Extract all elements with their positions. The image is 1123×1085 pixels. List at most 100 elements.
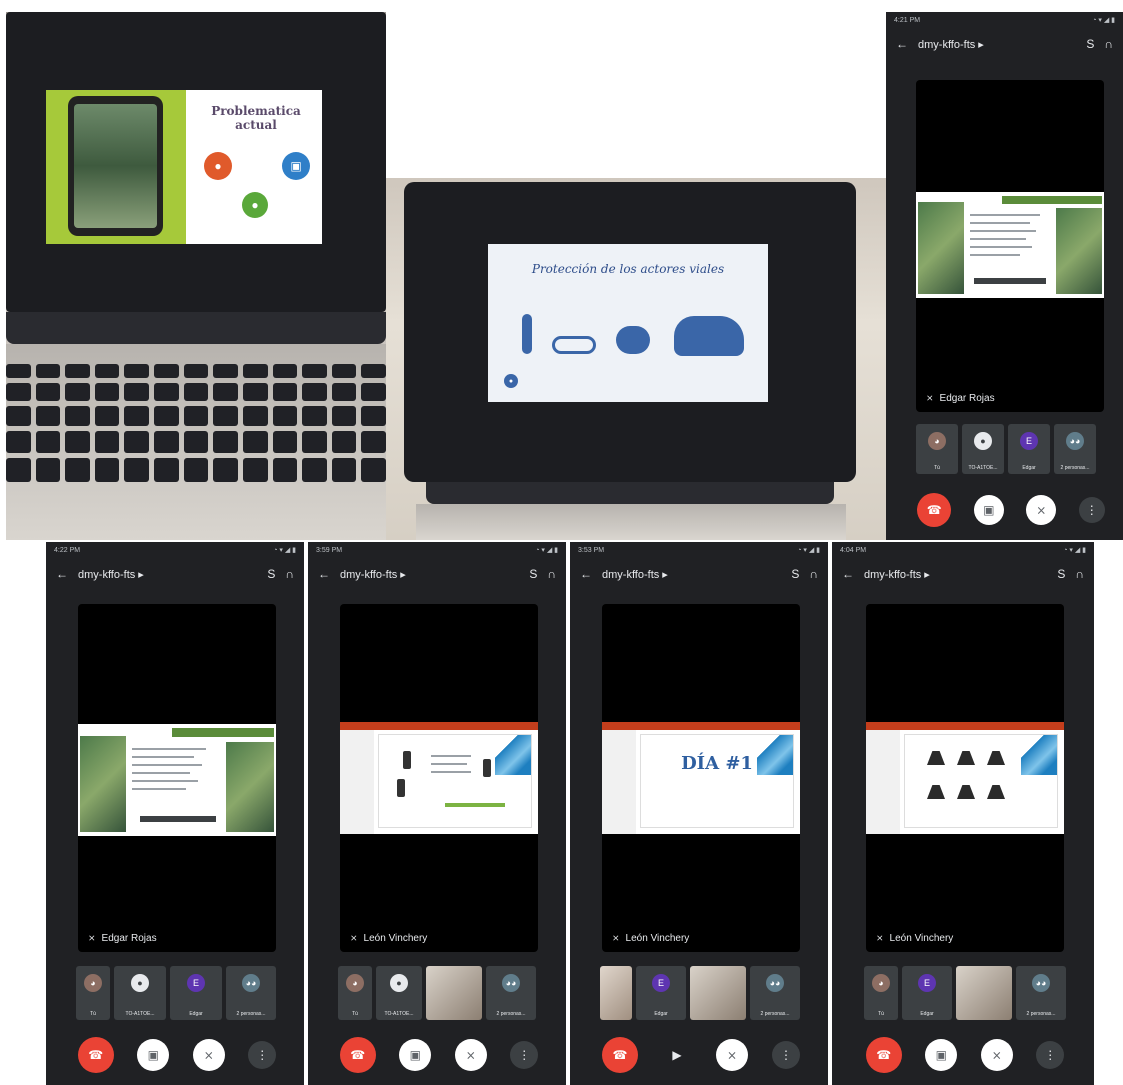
speaker-name: León Vinchery (625, 933, 690, 944)
switch-camera-icon[interactable]: S (529, 567, 537, 581)
active-speaker-label: ⨯ Edgar Rojas (926, 393, 995, 404)
participant-tile[interactable]: ◕◕ 2 personas... (1054, 424, 1096, 474)
photo-laptop-problematica: Problematica actual ● ▣ ● (6, 12, 386, 540)
status-time: 3:59 PM (316, 546, 343, 554)
participant-tiles: ◕ Tú ● TO-A1TOE... ◕◕ 2 personas... (338, 966, 536, 1020)
mic-off-button[interactable]: ⨯ (1026, 495, 1057, 525)
end-call-button[interactable]: ☎ (865, 1037, 902, 1073)
participant-video-tile[interactable] (956, 966, 1012, 1020)
group-avatar: ◕◕ (242, 974, 260, 992)
slide-icon-3: ● (242, 192, 268, 218)
switch-camera-icon[interactable]: S (1086, 37, 1094, 51)
avatar: E (187, 974, 205, 992)
switch-camera-icon[interactable]: S (791, 567, 799, 581)
photo-laptop-actores-viales: Protección de los actores viales ● (386, 178, 886, 540)
back-arrow-icon[interactable]: ← (842, 567, 854, 581)
switch-camera-icon[interactable]: S (267, 567, 275, 581)
participant-tile[interactable]: ◕ Tú (338, 966, 372, 1020)
participant-tile[interactable]: E Edgar (170, 966, 222, 1020)
participant-tile[interactable]: ● TO-A1TOE... (114, 966, 166, 1020)
audio-output-icon[interactable]: ∩ (547, 567, 556, 581)
status-icons: ◔ ▾ ◢ ▮ (535, 547, 558, 554)
active-speaker-label: ⨯ León Vinchery (876, 933, 953, 944)
camera-off-button[interactable]: ▣ (925, 1039, 958, 1071)
more-options-button[interactable]: ⋮ (1078, 497, 1105, 523)
participant-tile[interactable]: E Edgar (1008, 424, 1050, 474)
mic-off-button[interactable]: ⨯ (192, 1039, 225, 1071)
participant-tile[interactable]: ◕◕ 2 personas... (486, 966, 536, 1020)
camera-off-button[interactable]: ▣ (399, 1039, 432, 1071)
camera-off-button[interactable]: ▣ (137, 1039, 170, 1071)
meeting-code[interactable]: dmy-kffo-fts ▸ (340, 568, 406, 581)
slide-title: Protección de los actores viales (531, 262, 725, 276)
switch-camera-icon[interactable]: S (1057, 567, 1065, 581)
meeting-toolbar: ← dmy-kffo-fts ▸ S ∩ (46, 560, 304, 588)
participant-video-tile[interactable] (600, 966, 632, 1020)
audio-output-icon[interactable]: ∩ (1104, 37, 1113, 51)
participant-video-tile[interactable] (426, 966, 482, 1020)
shared-screen: DÍA #1 (602, 722, 800, 834)
participant-tile[interactable]: ◕◕ 2 personas... (750, 966, 800, 1020)
status-bar: 4:21 PM ◔ ▾ ◢ ▮ (886, 12, 1123, 28)
audio-output-icon[interactable]: ∩ (1075, 567, 1084, 581)
back-arrow-icon[interactable]: ← (56, 567, 68, 581)
audio-output-icon[interactable]: ∩ (285, 567, 294, 581)
participant-tile[interactable]: ◕ Tú (864, 966, 898, 1020)
avatar: E (918, 974, 936, 992)
status-bar: 3:53 PM ◔ ▾ ◢ ▮ (570, 542, 828, 558)
avatar: E (652, 974, 670, 992)
mic-off-button[interactable]: ⨯ (980, 1039, 1013, 1071)
back-arrow-icon[interactable]: ← (318, 567, 330, 581)
participant-tile[interactable]: ◕◕ 2 personas... (1016, 966, 1066, 1020)
bicycle-icon (552, 336, 596, 354)
participant-video-tile[interactable] (690, 966, 746, 1020)
road-icon (987, 751, 1005, 765)
participant-tile[interactable]: ● TO-A1TOE... (962, 424, 1004, 474)
avatar: ◕ (872, 974, 890, 992)
participant-tile[interactable]: ◕ Tú (76, 966, 110, 1020)
keyboard (6, 364, 386, 482)
person-icon: ● (974, 432, 992, 450)
meeting-code[interactable]: dmy-kffo-fts ▸ (864, 568, 930, 581)
participant-tile[interactable]: E Edgar (636, 966, 686, 1020)
laptop-screen: Problematica actual ● ▣ ● (46, 90, 322, 244)
mic-off-icon: ⨯ (612, 933, 620, 943)
more-options-button[interactable]: ⋮ (772, 1041, 800, 1069)
end-call-button[interactable]: ☎ (917, 493, 952, 527)
participant-tile[interactable]: ◕ Tú (916, 424, 958, 474)
main-video-area: ⨯ León Vinchery (866, 604, 1064, 952)
meeting-code[interactable]: dmy-kffo-fts ▸ (78, 568, 144, 581)
status-icons: ◔ ▾ ◢ ▮ (797, 547, 820, 554)
meet-phone-screen-3: 3:59 PM ◔ ▾ ◢ ▮ ← dmy-kffo-fts ▸ S ∩ ⨯ Le… (308, 542, 566, 1085)
more-options-button[interactable]: ⋮ (248, 1041, 277, 1069)
laptop-screen: Protección de los actores viales ● (488, 244, 768, 402)
mic-off-button[interactable]: ⨯ (454, 1039, 487, 1071)
participant-tile[interactable]: ◕◕ 2 personas... (226, 966, 276, 1020)
participant-tiles: ◕ Tú E Edgar ◕◕ 2 personas... (864, 966, 1066, 1020)
more-options-button[interactable]: ⋮ (1036, 1041, 1065, 1069)
audio-output-icon[interactable]: ∩ (809, 567, 818, 581)
speaker-name: León Vinchery (889, 933, 954, 944)
status-time: 4:04 PM (840, 546, 867, 554)
active-speaker-label: ⨯ León Vinchery (612, 933, 689, 944)
back-arrow-icon[interactable]: ← (580, 567, 592, 581)
camera-on-button[interactable]: ▶ (662, 1040, 692, 1070)
end-call-button[interactable]: ☎ (339, 1037, 376, 1073)
camera-off-button[interactable]: ▣ (973, 495, 1004, 525)
meeting-code[interactable]: dmy-kffo-fts ▸ (918, 38, 984, 51)
call-controls: ☎ ▣ ⨯ ⋮ (854, 1034, 1076, 1076)
participant-tile[interactable]: ● TO-A1TOE... (376, 966, 422, 1020)
meeting-code[interactable]: dmy-kffo-fts ▸ (602, 568, 668, 581)
end-call-button[interactable]: ☎ (77, 1037, 114, 1073)
road-icon (957, 785, 975, 799)
back-arrow-icon[interactable]: ← (896, 37, 908, 51)
end-call-button[interactable]: ☎ (602, 1037, 638, 1073)
status-icons: ◔ ▾ ◢ ▮ (1092, 17, 1115, 24)
participant-tiles: E Edgar ◕◕ 2 personas... (600, 966, 800, 1020)
avatar: ◕ (346, 974, 364, 992)
status-bar: 4:04 PM ◔ ▾ ◢ ▮ (832, 542, 1094, 558)
mic-off-button[interactable]: ⨯ (716, 1039, 748, 1071)
road-icon (927, 751, 945, 765)
participant-tile[interactable]: E Edgar (902, 966, 952, 1020)
more-options-button[interactable]: ⋮ (510, 1041, 539, 1069)
